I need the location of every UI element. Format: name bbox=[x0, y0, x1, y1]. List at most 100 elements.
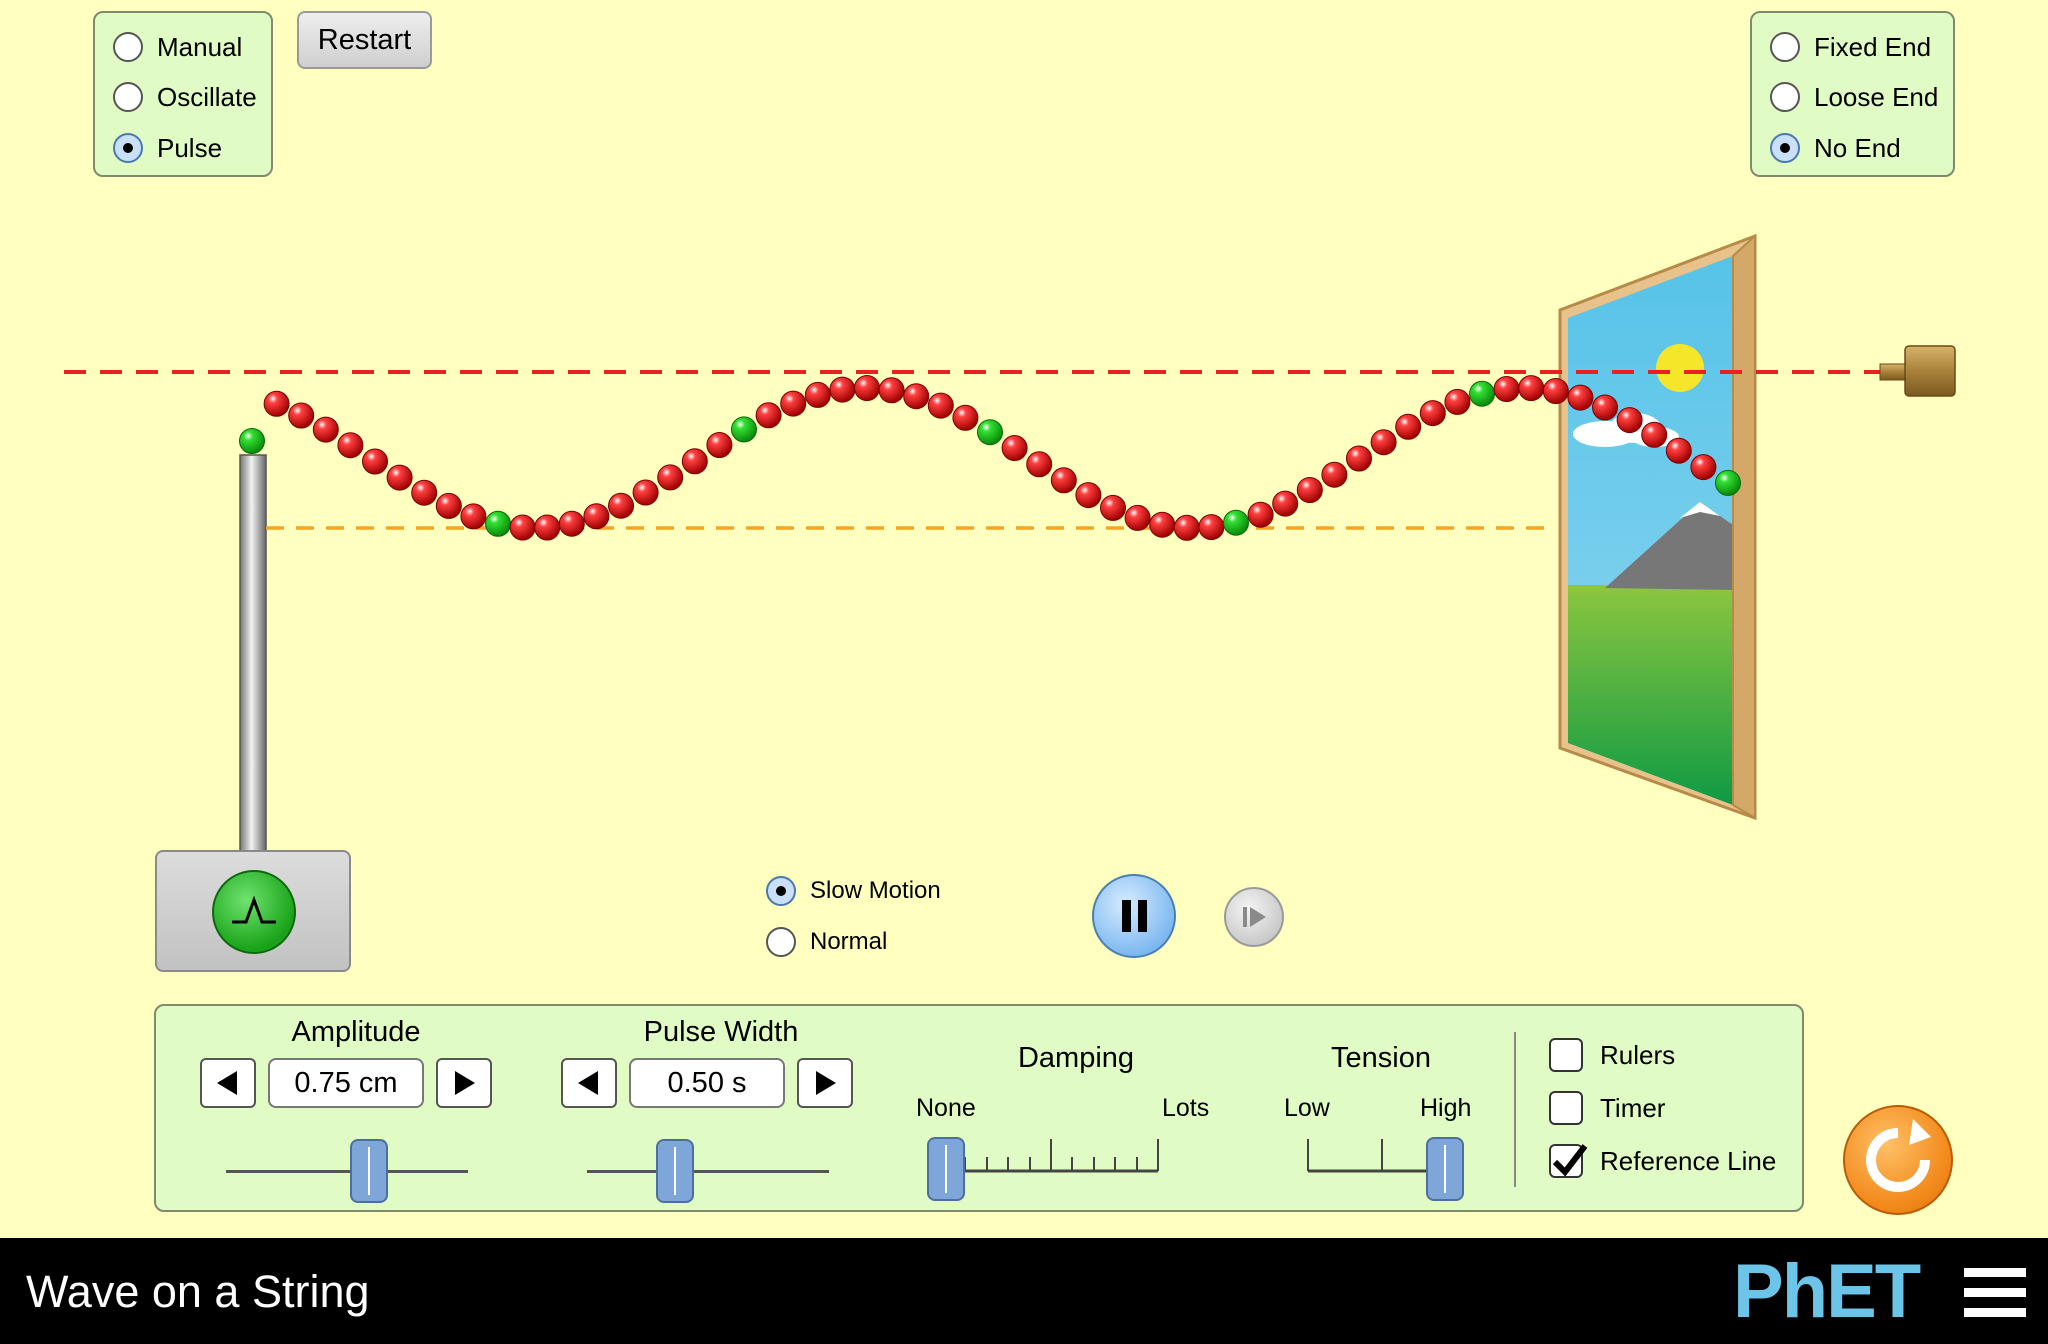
string-bead[interactable] bbox=[1395, 413, 1422, 440]
string-bead[interactable] bbox=[1616, 407, 1643, 434]
timer-label: Timer bbox=[1600, 1093, 1666, 1123]
string-bead[interactable] bbox=[1321, 461, 1348, 488]
string-bead[interactable] bbox=[411, 479, 438, 506]
pulse-button[interactable] bbox=[212, 870, 296, 954]
string-bead[interactable] bbox=[1296, 477, 1323, 503]
phet-logo[interactable]: PhET bbox=[1733, 1254, 1921, 1330]
string-bead[interactable] bbox=[1567, 384, 1594, 411]
string-bead[interactable] bbox=[263, 390, 290, 417]
string-bead[interactable] bbox=[435, 492, 462, 519]
string-bead[interactable] bbox=[288, 402, 315, 429]
amplitude-slider-track[interactable] bbox=[226, 1170, 468, 1173]
pulse-width-decrease-button[interactable] bbox=[561, 1058, 617, 1108]
string-bead-marked[interactable] bbox=[1223, 509, 1249, 536]
string-bead[interactable] bbox=[337, 432, 364, 459]
step-forward-button[interactable] bbox=[1224, 887, 1284, 947]
amplitude-value: 0.75 cm bbox=[268, 1058, 424, 1108]
damping-slider-thumb[interactable] bbox=[927, 1137, 965, 1201]
reference-line-checkbox[interactable] bbox=[1549, 1144, 1588, 1178]
pulse-width-slider-thumb[interactable] bbox=[656, 1139, 694, 1203]
radio-normal[interactable]: Normal bbox=[766, 922, 887, 962]
play-pause-button[interactable] bbox=[1092, 874, 1176, 958]
string-bead[interactable] bbox=[558, 510, 585, 537]
string-bead-marked[interactable] bbox=[1469, 380, 1495, 407]
string-bead-marked[interactable] bbox=[977, 419, 1003, 446]
string-bead[interactable] bbox=[1444, 388, 1471, 415]
string-bead[interactable] bbox=[460, 503, 487, 530]
pulse-width-slider-track[interactable] bbox=[587, 1170, 829, 1173]
radio-normal-label: Normal bbox=[810, 928, 888, 955]
string-beads[interactable] bbox=[239, 375, 1741, 541]
string-bead[interactable] bbox=[804, 381, 831, 408]
string-bead[interactable] bbox=[903, 383, 930, 410]
string-bead[interactable] bbox=[534, 514, 561, 541]
string-bead[interactable] bbox=[1075, 482, 1102, 509]
string-bead-marked[interactable] bbox=[485, 510, 511, 537]
reference-line-label: Reference Line bbox=[1600, 1146, 1777, 1176]
string-bead[interactable] bbox=[608, 492, 634, 519]
amplitude-slider-thumb[interactable] bbox=[350, 1139, 388, 1203]
string-bead[interactable] bbox=[780, 390, 807, 417]
string-bead[interactable] bbox=[1370, 429, 1397, 456]
radio-slow-motion-label: Slow Motion bbox=[810, 877, 941, 904]
tension-slider-thumb[interactable] bbox=[1426, 1137, 1464, 1201]
string-bead[interactable] bbox=[1100, 494, 1126, 521]
string-bead[interactable] bbox=[1247, 501, 1274, 528]
string-bead[interactable] bbox=[1419, 400, 1446, 427]
pulse-width-increase-button[interactable] bbox=[797, 1058, 853, 1108]
radio-slow-motion[interactable]: Slow Motion bbox=[766, 871, 941, 911]
string-bead[interactable] bbox=[1124, 504, 1151, 531]
string-bead[interactable] bbox=[1272, 490, 1299, 517]
reset-all-button[interactable] bbox=[1843, 1105, 1953, 1215]
string-bead[interactable] bbox=[1026, 451, 1053, 478]
string-bead[interactable] bbox=[1173, 514, 1200, 541]
string-bead[interactable] bbox=[386, 464, 413, 491]
pause-icon bbox=[1122, 900, 1147, 932]
string-bead[interactable] bbox=[362, 448, 388, 475]
damping-slider-track[interactable] bbox=[936, 1131, 1166, 1181]
string-bead[interactable] bbox=[657, 464, 684, 491]
string-bead-marked[interactable] bbox=[731, 416, 757, 443]
string-bead[interactable] bbox=[952, 404, 979, 431]
amplitude-decrease-button[interactable] bbox=[200, 1058, 256, 1108]
string-bead[interactable] bbox=[1641, 421, 1668, 448]
amplitude-label: Amplitude bbox=[291, 1016, 421, 1048]
tension-max-label: High bbox=[1420, 1094, 1472, 1122]
string-bead[interactable] bbox=[1518, 375, 1545, 402]
string-bead[interactable] bbox=[312, 416, 339, 443]
string-bead[interactable] bbox=[1050, 467, 1077, 494]
string-bead[interactable] bbox=[681, 448, 708, 475]
tension-min-label: Low bbox=[1284, 1094, 1330, 1122]
string-bead[interactable] bbox=[854, 375, 880, 401]
pulse-icon bbox=[232, 895, 276, 924]
amplitude-increase-button[interactable] bbox=[436, 1058, 492, 1108]
string-bead[interactable] bbox=[706, 432, 733, 458]
string-bead[interactable] bbox=[632, 479, 659, 506]
string-bead[interactable] bbox=[583, 503, 610, 530]
string-bead[interactable] bbox=[509, 514, 536, 541]
string-bead-marked[interactable] bbox=[239, 428, 265, 454]
string-bead[interactable] bbox=[1665, 437, 1692, 464]
string-bead[interactable] bbox=[1592, 394, 1618, 421]
string-bead[interactable] bbox=[1690, 454, 1717, 481]
string-bead-marked[interactable] bbox=[1715, 469, 1741, 496]
timer-checkbox[interactable] bbox=[1549, 1091, 1583, 1125]
control-panel: Amplitude 0.75 cm Pulse Width 0.50 s Dam… bbox=[154, 1004, 1804, 1212]
string-bead[interactable] bbox=[1001, 435, 1028, 461]
radio-slow-motion-button[interactable] bbox=[766, 876, 796, 906]
damping-max-label: Lots bbox=[1162, 1094, 1210, 1122]
string-bead[interactable] bbox=[927, 392, 954, 419]
string-bead[interactable] bbox=[1493, 376, 1520, 402]
rulers-checkbox[interactable] bbox=[1549, 1038, 1583, 1072]
string-bead[interactable] bbox=[1346, 445, 1372, 472]
string-bead[interactable] bbox=[829, 376, 856, 403]
string-bead[interactable] bbox=[755, 402, 782, 429]
hamburger-menu-icon[interactable] bbox=[1962, 1266, 2028, 1320]
rulers-label: Rulers bbox=[1600, 1040, 1676, 1070]
string-bead[interactable] bbox=[1149, 511, 1176, 538]
string-bead[interactable] bbox=[1542, 378, 1569, 404]
radio-normal-button[interactable] bbox=[766, 927, 796, 957]
string-bead[interactable] bbox=[1198, 514, 1225, 541]
string-bead[interactable] bbox=[878, 377, 905, 404]
window-scene bbox=[1558, 233, 1757, 821]
